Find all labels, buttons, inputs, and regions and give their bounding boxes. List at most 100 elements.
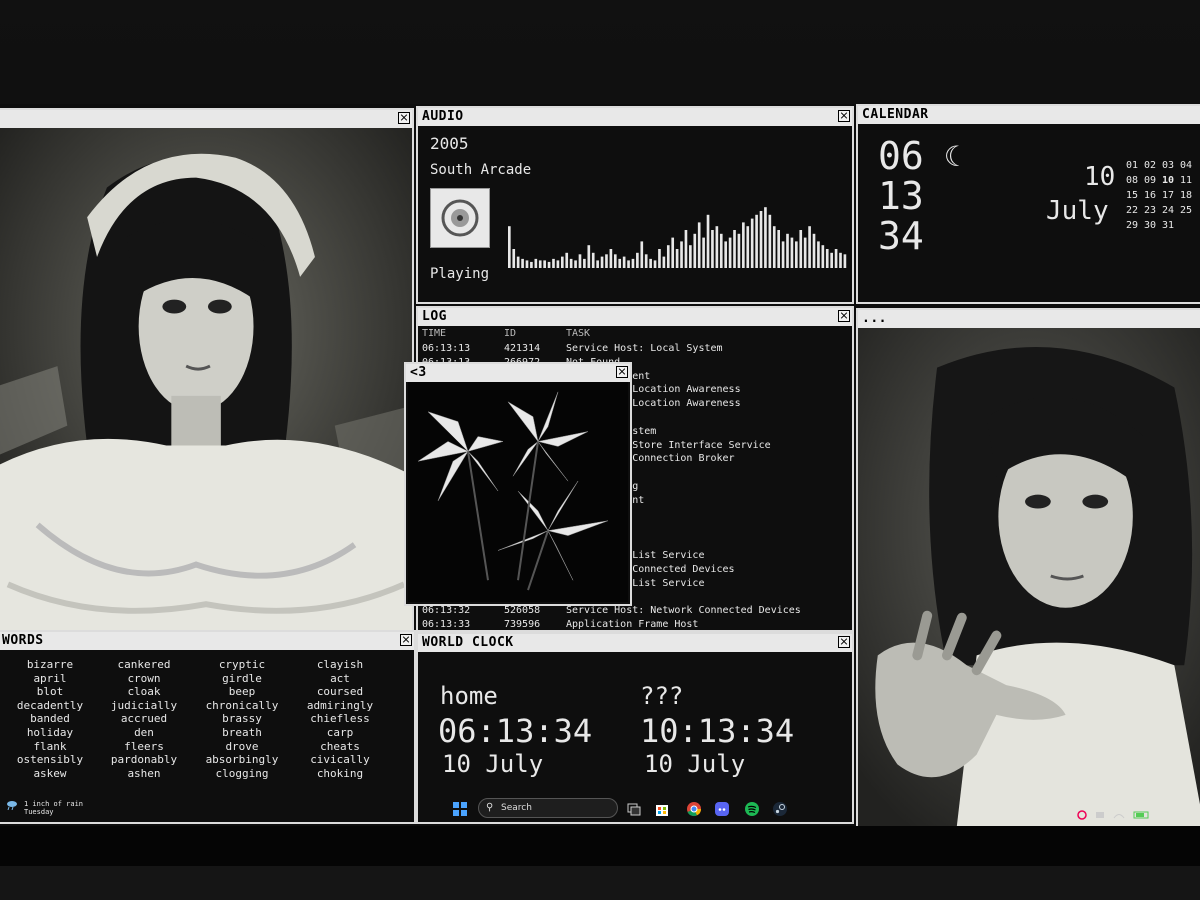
visualizer-bar	[795, 241, 798, 268]
task-view-icon[interactable]	[626, 801, 642, 817]
visualizer-bar	[552, 258, 555, 268]
word-item: crown	[127, 671, 161, 685]
words-panel: WORDS bizarre april blot decadently banded ho…	[0, 630, 416, 824]
calendar-date[interactable]: 30	[1144, 218, 1162, 233]
visualizer-bar	[662, 256, 666, 268]
close-icon[interactable]	[400, 634, 412, 646]
log-header: TIME ID TASK	[422, 328, 848, 342]
right-image-titlebar[interactable]: ...	[858, 310, 1200, 328]
visualizer-bar	[516, 256, 520, 268]
calendar-date[interactable]: 04	[1180, 158, 1198, 173]
audio-titlebar[interactable]: AUDIO	[418, 108, 852, 126]
visualizer-bar	[525, 260, 529, 268]
spotify-icon[interactable]	[744, 801, 760, 817]
visualizer-bar	[613, 254, 617, 268]
left-image-titlebar[interactable]	[0, 110, 412, 128]
visualizer-bar	[596, 260, 599, 268]
calendar-date[interactable]: 11	[1180, 173, 1198, 188]
log-time: 06:13:32	[422, 605, 471, 617]
lily-image	[408, 382, 628, 602]
weather-widget[interactable]: 1 inch of rain Tuesday	[6, 800, 83, 816]
left-image-panel	[0, 108, 414, 632]
visualizer-bar	[746, 226, 750, 268]
album-cover[interactable]	[430, 188, 490, 248]
log-titlebar[interactable]: LOG	[418, 308, 852, 326]
popup-titlebar[interactable]: <3	[406, 364, 630, 382]
system-tray[interactable]	[1076, 809, 1156, 821]
visualizer-bar	[587, 245, 591, 268]
calendar-titlebar[interactable]: CALENDAR	[858, 106, 1200, 124]
store-icon[interactable]	[654, 801, 670, 817]
calendar-panel: CALENDAR 06 13 34 ☾ 10 July 01 02 03 04 08 09…	[856, 104, 1200, 304]
right-image-panel: ...	[856, 308, 1200, 826]
word-item: chiefless	[310, 712, 370, 726]
calendar-date[interactable]: 25	[1180, 203, 1198, 218]
visualizer-bar	[512, 249, 516, 268]
calendar-date[interactable]: 08	[1126, 173, 1144, 188]
word-item: judicially	[110, 698, 178, 712]
calendar-date[interactable]: 17	[1162, 188, 1180, 203]
word-item: coursed	[316, 685, 364, 699]
visualizer-bar	[772, 226, 776, 268]
search-icon: ⚲	[486, 802, 494, 813]
steam-icon[interactable]	[772, 801, 788, 817]
calendar-date[interactable]: 15	[1126, 188, 1144, 203]
other-label: ???	[640, 682, 684, 710]
calendar-date[interactable]: 01	[1126, 158, 1144, 173]
word-item: den	[134, 725, 154, 739]
visualizer-bar	[644, 254, 648, 268]
calendar-date[interactable]: 24	[1162, 203, 1180, 218]
visualizer-bar	[675, 249, 679, 268]
visualizer-bar	[671, 237, 675, 268]
chrome-icon[interactable]	[686, 801, 702, 817]
other-time: 10:13:34	[640, 712, 795, 750]
discord-icon[interactable]	[714, 801, 730, 817]
lily-popup[interactable]: <3	[404, 362, 632, 606]
world-clock-titlebar[interactable]: WORLD CLOCK	[418, 634, 852, 652]
calendar-date[interactable]: 29	[1126, 218, 1144, 233]
close-icon[interactable]	[838, 110, 850, 122]
words-column-3: cryptic girdle beep chronically brassy breath…	[192, 658, 292, 780]
visualizer-bar	[591, 252, 595, 268]
visualizer-bar	[817, 241, 820, 268]
visualizer-bar	[755, 214, 758, 268]
visualizer-bar	[803, 237, 807, 268]
visualizer-bar	[799, 230, 803, 268]
word-item: decadently	[16, 698, 84, 712]
visualizer-bar	[834, 249, 838, 268]
close-icon[interactable]	[838, 636, 850, 648]
close-icon[interactable]	[838, 310, 850, 322]
log-row[interactable]: 06:13:32 526058 Service Host: Network Conn…	[422, 604, 848, 618]
visualizer-bar	[711, 230, 714, 268]
word-item: fleers	[124, 739, 164, 753]
close-icon[interactable]	[616, 366, 628, 378]
calendar-date[interactable]: 02	[1144, 158, 1162, 173]
calendar-date[interactable]: 09	[1144, 173, 1162, 188]
windows-start-icon[interactable]	[452, 801, 468, 817]
taskbar-search[interactable]: ⚲ Search	[478, 798, 618, 818]
calendar-date[interactable]: 18	[1180, 188, 1198, 203]
track-title: 2005	[430, 134, 469, 153]
word-item: bizarre	[26, 658, 74, 671]
visualizer-bar	[538, 260, 542, 268]
calendar-date[interactable]: 03	[1162, 158, 1180, 173]
visualizer-bar	[839, 252, 842, 268]
close-icon[interactable]	[398, 112, 410, 124]
calendar-date[interactable]: 31	[1162, 218, 1180, 233]
visualizer-bar	[600, 256, 604, 268]
words-titlebar[interactable]: WORDS	[0, 632, 414, 650]
playback-status: Playing	[430, 266, 490, 282]
visualizer-bar	[560, 256, 564, 268]
visualizer-bar	[530, 261, 533, 268]
visualizer-bar	[715, 226, 719, 268]
calendar-clock: 06 13 34	[878, 136, 924, 256]
log-row[interactable]: 06:13:33 739596 Application Frame Host	[422, 618, 848, 630]
words-column-2: cankered crown cloak judicially accrued den fl…	[94, 658, 194, 780]
log-row[interactable]: 06:13:13 421314 Service Host: Local System	[422, 342, 848, 356]
visualizer-bar	[728, 237, 732, 268]
calendar-date[interactable]: 22	[1126, 203, 1144, 218]
words-column-4: clayish act coursed admiringly chiefless carp…	[290, 658, 390, 780]
calendar-date[interactable]: 23	[1144, 203, 1162, 218]
calendar-date[interactable]: 10	[1162, 173, 1180, 188]
calendar-date[interactable]: 16	[1144, 188, 1162, 203]
